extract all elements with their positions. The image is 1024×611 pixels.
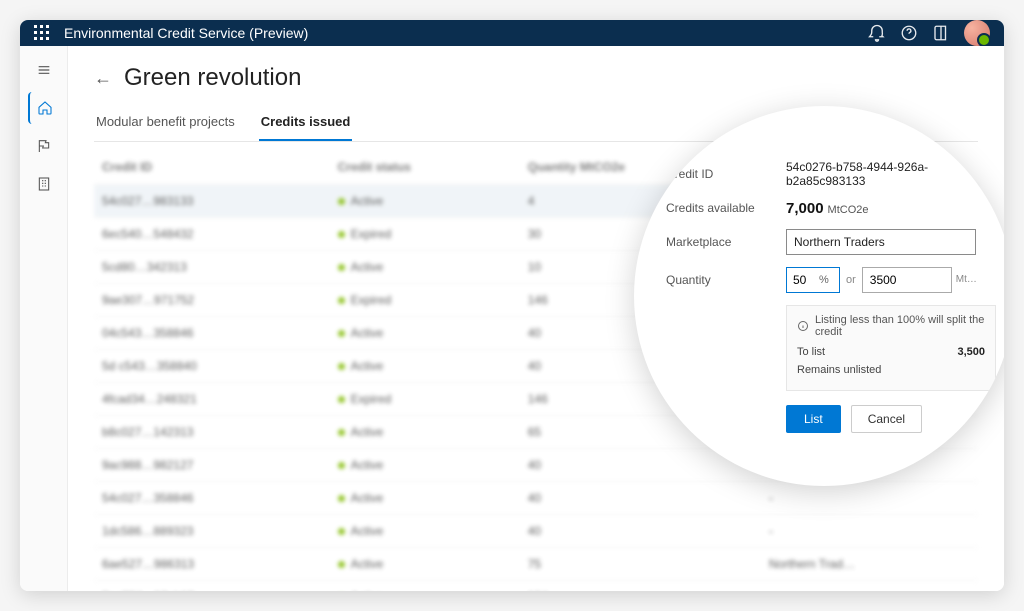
split-info-box: Listing less than 100% will split the cr… xyxy=(786,305,996,391)
or-separator: or xyxy=(846,274,856,286)
quantity-percent-input[interactable]: % xyxy=(786,267,840,293)
value-credits-available: 7,000MtCO2e xyxy=(786,200,982,217)
label-marketplace: Marketplace xyxy=(666,235,776,249)
label-to-list: To list xyxy=(797,346,825,358)
notifications-icon[interactable] xyxy=(868,24,886,42)
label-quantity: Quantity xyxy=(666,273,776,287)
cancel-button[interactable]: Cancel xyxy=(851,405,922,433)
label-credit-id: Credit ID xyxy=(666,167,776,181)
app-title: Environmental Credit Service (Preview) xyxy=(64,25,308,41)
back-arrow-icon[interactable]: ← xyxy=(94,68,112,89)
list-button[interactable]: List xyxy=(786,405,841,433)
quantity-absolute-input[interactable] xyxy=(862,267,952,293)
menu-toggle-icon[interactable] xyxy=(28,54,60,86)
label-credits-available: Credits available xyxy=(666,201,776,215)
table-row[interactable]: 9ae304…12ab12Active104- xyxy=(94,581,978,592)
page-title: Green revolution xyxy=(124,64,301,92)
marketplace-input[interactable] xyxy=(786,229,976,255)
info-icon xyxy=(797,320,809,332)
app-launcher-icon[interactable] xyxy=(34,25,50,41)
top-navbar: Environmental Credit Service (Preview) xyxy=(20,20,1004,46)
book-icon[interactable] xyxy=(932,24,950,42)
info-text: Listing less than 100% will split the cr… xyxy=(815,314,985,338)
quantity-unit: Mt… xyxy=(956,274,977,285)
left-rail xyxy=(20,46,68,591)
table-row[interactable]: 6ae527…986313Active75Northern Trad… xyxy=(94,548,978,581)
building-icon[interactable] xyxy=(28,168,60,200)
user-avatar[interactable] xyxy=(964,20,990,46)
credit-detail-panel: Credit ID 54c0276-b758-4944-926a-b2a85c9… xyxy=(634,106,1004,486)
col-credit-status[interactable]: Credit status xyxy=(330,150,520,185)
tab-credits-issued[interactable]: Credits issued xyxy=(259,104,353,141)
flag-icon[interactable] xyxy=(28,130,60,162)
col-credit-id[interactable]: Credit ID xyxy=(94,150,330,185)
value-credit-id: 54c0276-b758-4944-926a-b2a85c983133 xyxy=(786,160,982,188)
help-icon[interactable] xyxy=(900,24,918,42)
tab-benefit-projects[interactable]: Modular benefit projects xyxy=(94,104,237,141)
home-icon[interactable] xyxy=(28,92,60,124)
table-row[interactable]: 1dc586…889323Active40- xyxy=(94,515,978,548)
table-row[interactable]: 54c027…358846Active40- xyxy=(94,482,978,515)
main-content: ← Green revolution Modular benefit proje… xyxy=(68,46,1004,591)
value-to-list: 3,500 xyxy=(957,346,985,358)
label-remains-unlisted: Remains unlisted xyxy=(797,364,881,376)
